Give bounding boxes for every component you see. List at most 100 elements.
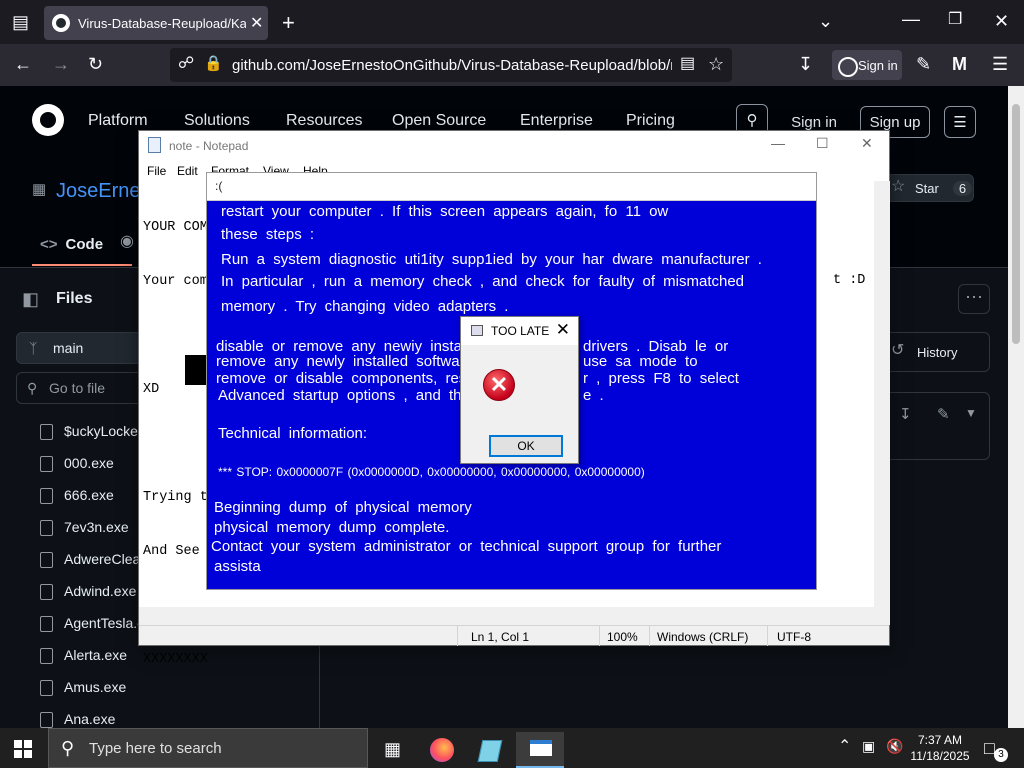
menu-icon[interactable]: ☰ <box>992 55 1008 73</box>
file-item[interactable]: AdwereClea <box>40 551 140 568</box>
tray-chevron-icon[interactable]: ⌃ <box>838 739 851 755</box>
window-icon <box>471 325 483 336</box>
task-view-glyph: ▦ <box>384 739 402 759</box>
file-item[interactable]: 666.exe <box>40 487 114 504</box>
nav-solutions[interactable]: Solutions <box>184 112 250 130</box>
tab-list-icon[interactable]: ▤ <box>12 13 29 31</box>
volume-muted-icon[interactable]: 🔇 <box>886 739 903 753</box>
tab-code-label: Code <box>65 236 104 253</box>
close-icon[interactable]: ✕ <box>861 135 873 152</box>
notepad-titlebar[interactable]: note - Notepad — ☐ ✕ <box>139 131 889 161</box>
lock-icon[interactable]: 🔒 <box>204 56 223 71</box>
issues-icon[interactable]: ◉ <box>120 234 134 250</box>
status-encoding: UTF-8 <box>777 630 811 644</box>
branch-name: main <box>53 340 84 356</box>
network-icon[interactable]: ▣ <box>862 739 875 753</box>
bsod-line: r , press F8 to select <box>583 370 739 387</box>
task-view-icon[interactable]: ▦ <box>368 732 416 768</box>
clock-time: 7:37 AM <box>917 733 963 747</box>
scrollbar-thumb[interactable] <box>1012 104 1020 344</box>
branch-selector[interactable]: ᛉ main <box>16 332 156 364</box>
tab-underline <box>32 264 132 266</box>
restore-icon[interactable]: ❐ <box>948 12 962 28</box>
tab-close-icon[interactable]: ✕ <box>250 13 263 33</box>
file-item[interactable]: Adwind.exe <box>40 583 136 600</box>
go-to-file-input[interactable]: ⚲ Go to file <box>16 372 156 404</box>
file-item[interactable]: $uckyLocker <box>40 423 143 440</box>
code-icon: <> <box>40 236 58 253</box>
bsod-line: Advanced startup options , and then <box>218 387 479 404</box>
notepad-vscrollbar[interactable] <box>874 181 890 625</box>
new-tab-icon[interactable]: + <box>282 12 295 34</box>
firefox-taskbar-icon[interactable] <box>418 732 466 768</box>
nav-pricing[interactable]: Pricing <box>626 112 675 130</box>
history-button[interactable]: ↺ History <box>880 332 990 372</box>
notepad-title: note - Notepad <box>169 139 249 153</box>
dialog-titlebar[interactable]: TOO LATE ✕ <box>461 317 578 345</box>
repo-owner-link[interactable]: JoseErnes <box>56 180 151 203</box>
menu-edit[interactable]: Edit <box>177 164 198 178</box>
extensions-icon[interactable]: ✎ <box>916 55 931 73</box>
ok-button[interactable]: OK <box>489 435 563 457</box>
reader-view-icon[interactable]: ▤ <box>680 56 695 72</box>
tab-code[interactable]: <> Code <box>40 236 103 253</box>
clock-date: 11/18/2025 <box>910 749 970 763</box>
notepad-taskbar-icon[interactable] <box>466 732 514 768</box>
close-icon[interactable]: ✕ <box>556 320 570 340</box>
firefox-account-button[interactable]: Sign in <box>832 50 902 80</box>
close-window-icon[interactable]: ✕ <box>994 12 1009 30</box>
nav-platform[interactable]: Platform <box>88 112 148 130</box>
edit-dropdown-icon[interactable]: ▼ <box>965 407 977 419</box>
system-clock[interactable]: 7:37 AM 11/18/2025 <box>904 732 976 764</box>
collapse-sidebar-icon[interactable]: ◧ <box>22 290 39 308</box>
file-item[interactable]: 000.exe <box>40 455 114 472</box>
reload-icon[interactable]: ↻ <box>88 55 103 73</box>
chevron-down-icon[interactable]: ⌄ <box>818 12 833 30</box>
url-text[interactable]: github.com/JoseErnestoOnGithub/Virus-Dat… <box>232 57 672 74</box>
history-label: History <box>917 344 958 360</box>
download-icon[interactable]: ↧ <box>798 55 813 73</box>
page-scrollbar[interactable] <box>1008 86 1024 728</box>
taskbar-search-box[interactable]: ⚲ Type here to search <box>48 728 368 768</box>
file-item[interactable]: Ana.exe <box>40 711 115 728</box>
active-app-taskbar-icon[interactable] <box>516 732 564 768</box>
more-options-button[interactable]: ⋯ <box>958 284 990 314</box>
nav-resources[interactable]: Resources <box>286 112 362 130</box>
nav-open-source[interactable]: Open Source <box>392 112 486 130</box>
windows-start-icon[interactable] <box>14 740 32 758</box>
url-bar[interactable]: ☍ 🔒 github.com/JoseErnestoOnGithub/Virus… <box>170 48 732 82</box>
bsod-title: :( <box>215 179 223 193</box>
bsod-titlebar[interactable]: :( <box>207 173 816 201</box>
minimize-icon[interactable]: — <box>902 10 920 28</box>
star-label: Star <box>915 180 939 196</box>
star-button[interactable]: ☆ Star 6 <box>880 174 974 202</box>
file-item[interactable]: 7ev3n.exe <box>40 519 129 536</box>
browser-tab-active[interactable]: Virus-Database-Reupload/Kane ✕ <box>44 6 268 40</box>
notepad-glyph <box>477 740 503 762</box>
bsod-line: In particular , run a memory check , and… <box>221 273 745 290</box>
file-item[interactable]: Amus.exe <box>40 679 126 696</box>
shield-icon[interactable]: ☍ <box>178 56 194 72</box>
bookmark-star-icon[interactable]: ☆ <box>708 55 724 73</box>
github-logo-icon[interactable] <box>32 104 64 136</box>
download-raw-icon[interactable]: ↧ <box>899 407 912 422</box>
settings-sliders-button[interactable]: ☰ <box>944 106 976 138</box>
bsod-line: assista <box>214 558 261 575</box>
status-line-ending: Windows (CRLF) <box>657 630 749 644</box>
bsod-line: restart your computer . If this screen a… <box>221 203 669 220</box>
notepad-icon <box>148 137 161 153</box>
menu-file[interactable]: File <box>147 164 166 178</box>
nav-enterprise[interactable]: Enterprise <box>520 112 593 130</box>
repo-icon: ▦ <box>32 181 47 198</box>
bsod-line: remove any newly installed software. <box>216 353 478 370</box>
edit-pencil-icon[interactable]: ✎ <box>937 407 950 422</box>
file-actions-toolbar: ↧ ✎ ▼ <box>880 392 990 460</box>
notepad-hscrollbar[interactable] <box>139 607 874 625</box>
file-item[interactable]: Alerta.exe <box>40 647 127 664</box>
file-item[interactable]: AgentTesla.e <box>40 615 145 632</box>
malwarebytes-icon[interactable]: M <box>952 55 967 73</box>
back-icon[interactable]: ← <box>14 55 32 73</box>
maximize-icon[interactable]: ☐ <box>816 135 829 152</box>
forward-icon[interactable]: → <box>52 55 70 73</box>
minimize-icon[interactable]: — <box>771 135 785 151</box>
